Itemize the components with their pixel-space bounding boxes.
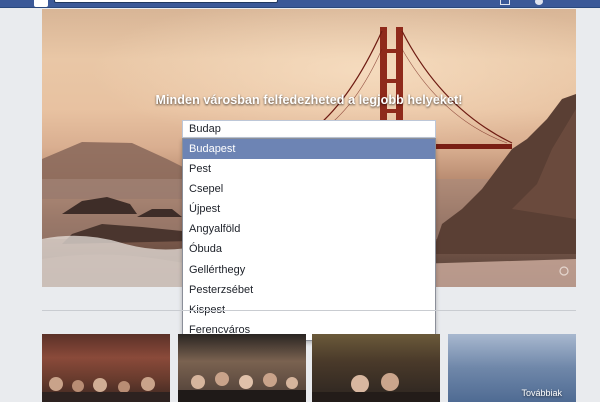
- people-photo: [178, 372, 306, 402]
- place-thumbnail-more[interactable]: Továbbiak: [448, 334, 576, 402]
- suggestion-item[interactable]: Csepel: [183, 179, 435, 199]
- more-places-label[interactable]: Továbbiak: [521, 388, 562, 398]
- suggestion-item[interactable]: Pesterzsébet: [183, 280, 435, 300]
- city-search-input[interactable]: Budap: [182, 120, 436, 138]
- suggestion-item[interactable]: Pest: [183, 159, 435, 179]
- people-photo: [312, 373, 440, 402]
- section-divider: [42, 310, 576, 311]
- top-navigation-bar: [0, 0, 600, 8]
- place-thumbnail-3[interactable]: [312, 334, 440, 402]
- top-search-input[interactable]: [54, 0, 278, 3]
- suggestion-item[interactable]: Újpest: [183, 199, 435, 219]
- suggestion-item[interactable]: Budapest: [183, 139, 435, 160]
- facebook-logo-icon[interactable]: [34, 0, 48, 7]
- friend-requests-icon[interactable]: [500, 0, 510, 5]
- place-thumbnail-1[interactable]: [42, 334, 170, 402]
- people-photo: [42, 377, 170, 402]
- place-thumbnail-2[interactable]: [178, 334, 306, 402]
- hero-headline: Minden városban felfedezheted a legjobb …: [155, 93, 463, 107]
- notifications-icon[interactable]: [535, 0, 543, 5]
- suggestion-item[interactable]: Óbuda: [183, 239, 435, 259]
- suggestion-item[interactable]: Angyalföld: [183, 219, 435, 239]
- suggestion-item[interactable]: Gellérthegy: [183, 260, 435, 280]
